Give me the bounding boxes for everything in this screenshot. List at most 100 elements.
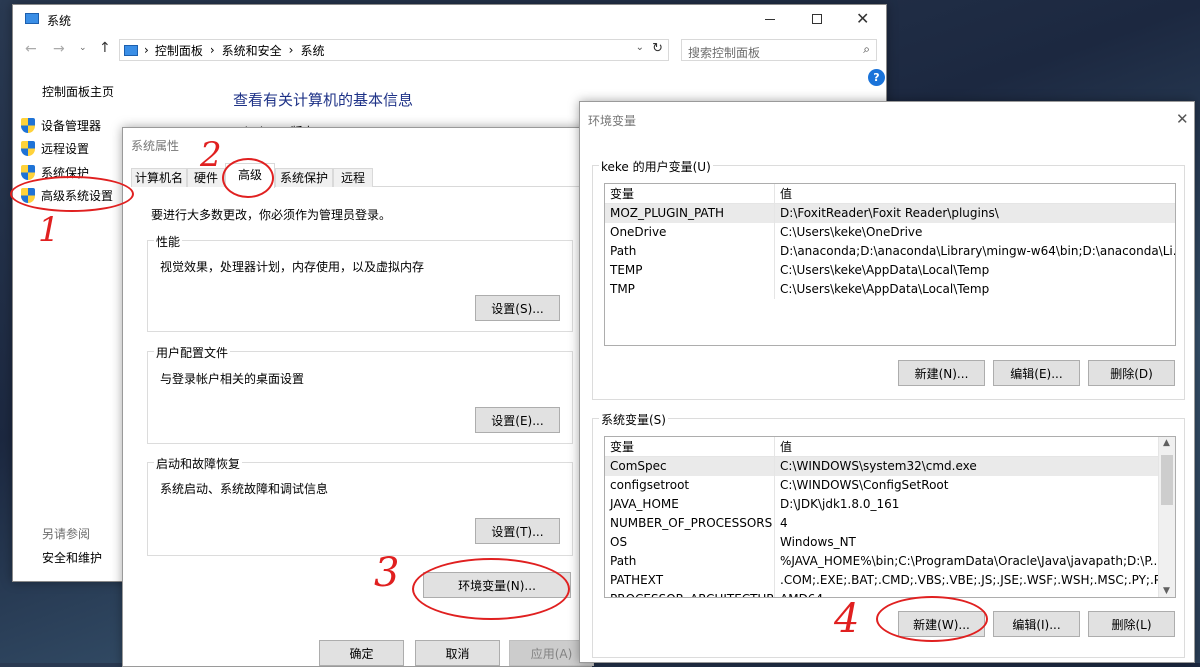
table-row[interactable]: PROCESSOR_ARCHITECTUREAMD64 <box>605 590 1158 597</box>
tab-system-protection[interactable]: 系统保护 <box>275 168 333 187</box>
table-row[interactable]: ComSpec C:\WINDOWS\system32\cmd.exe <box>605 457 1158 476</box>
startup-recovery-settings-button[interactable]: 设置(T)... <box>475 518 560 544</box>
sidebar-item-remote[interactable]: 远程设置 <box>21 140 89 157</box>
annotation-number: 2 <box>200 135 222 175</box>
breadcrumb-separator-icon: › <box>288 43 294 57</box>
variable-value: .COM;.EXE;.BAT;.CMD;.VBS;.VBE;.JS;.JSE;.… <box>780 573 1158 587</box>
address-dropdown-icon[interactable]: ⌄ <box>636 42 644 53</box>
ok-button[interactable]: 确定 <box>319 640 404 666</box>
startup-recovery-group: 启动和故障恢复 系统启动、系统故障和调试信息 设置(T)... <box>147 455 573 556</box>
scroll-down-icon[interactable]: ▼ <box>1163 586 1170 596</box>
scroll-up-icon[interactable]: ▲ <box>1163 438 1170 448</box>
close-icon[interactable]: ✕ <box>1176 110 1189 128</box>
variable-name: JAVA_HOME <box>605 495 775 514</box>
breadcrumb-separator-icon: › <box>144 43 149 57</box>
shield-icon <box>21 165 35 180</box>
up-arrow-icon[interactable]: ↑ <box>99 40 111 56</box>
variable-value: 4 <box>780 516 788 530</box>
variable-value: D:\FoxitReader\Foxit Reader\plugins\ <box>780 206 999 220</box>
breadcrumb-separator-icon: › <box>209 43 215 57</box>
variable-name: Path <box>605 242 775 261</box>
group-title: 启动和故障恢复 <box>154 455 243 472</box>
refresh-icon[interactable]: ↻ <box>652 41 663 56</box>
variable-name: NUMBER_OF_PROCESSORS <box>605 514 775 533</box>
system-edit-button[interactable]: 编辑(I)... <box>993 611 1080 637</box>
search-icon[interactable]: ⌕ <box>863 42 870 57</box>
help-icon[interactable]: ? <box>868 69 885 86</box>
title-bar: 系统 ✕ <box>13 5 886 35</box>
cancel-button[interactable]: 取消 <box>415 640 500 666</box>
environment-variables-dialog: 环境变量 ✕ keke 的用户变量(U) 变量 值 MOZ_PLUGIN_PAT… <box>579 101 1195 663</box>
maximize-icon[interactable] <box>812 14 822 24</box>
scrollbar-thumb[interactable] <box>1161 455 1173 505</box>
group-description: 视觉效果，处理器计划，内存使用，以及虚拟内存 <box>160 260 425 274</box>
variable-value: C:\Users\keke\AppData\Local\Temp <box>780 282 990 296</box>
see-also-security[interactable]: 安全和维护 <box>42 549 102 566</box>
variable-value: AMD64 <box>775 590 1158 597</box>
table-row[interactable]: NUMBER_OF_PROCESSORS 4 <box>605 514 1158 533</box>
sidebar-item-label: 设备管理器 <box>41 119 102 133</box>
table-row[interactable]: TMP C:\Users\keke\AppData\Local\Temp <box>605 280 1175 299</box>
page-title: 查看有关计算机的基本信息 <box>233 91 414 109</box>
system-delete-button[interactable]: 删除(L) <box>1088 611 1175 637</box>
tab-remote[interactable]: 远程 <box>333 168 373 187</box>
table-row[interactable]: configsetroot C:\WINDOWS\ConfigSetRoot <box>605 476 1158 495</box>
user-new-button[interactable]: 新建(N)... <box>898 360 985 386</box>
minimize-icon[interactable] <box>765 19 775 20</box>
shield-icon <box>21 118 35 133</box>
breadcrumb-item[interactable]: 控制面板 <box>155 42 203 59</box>
variable-value: Windows_NT <box>780 535 856 549</box>
user-profiles-settings-button[interactable]: 设置(E)... <box>475 407 560 433</box>
table-row[interactable]: OS Windows_NT <box>605 533 1158 552</box>
see-also-title: 另请参阅 <box>42 527 91 541</box>
annotation-circle <box>412 558 570 620</box>
user-variables-list[interactable]: 变量 值 MOZ_PLUGIN_PATH D:\FoxitReader\Foxit… <box>604 183 1176 346</box>
variable-name: TMP <box>605 280 775 299</box>
column-header-value[interactable]: 值 <box>775 184 1175 203</box>
user-delete-button[interactable]: 删除(D) <box>1088 360 1175 386</box>
variable-name: ComSpec <box>605 457 775 476</box>
chevron-down-icon[interactable]: ⌄ <box>79 43 87 53</box>
search-input[interactable]: 搜索控制面板 <box>688 44 760 61</box>
breadcrumb-item[interactable]: 系统和安全 <box>222 42 282 59</box>
sidebar-item-device-manager[interactable]: 设备管理器 <box>21 117 101 134</box>
annotation-number: 1 <box>38 210 60 250</box>
performance-settings-button[interactable]: 设置(S)... <box>475 295 560 321</box>
admin-note: 要进行大多数更改，你必须作为管理员登录。 <box>151 208 392 222</box>
table-row[interactable]: OneDrive C:\Users\keke\OneDrive <box>605 223 1175 242</box>
column-header-variable[interactable]: 变量 <box>605 437 775 456</box>
column-header-variable[interactable]: 变量 <box>605 184 775 203</box>
breadcrumb-item[interactable]: 系统 <box>300 42 324 59</box>
vertical-scrollbar[interactable]: ▲ ▼ <box>1158 437 1175 597</box>
system-variables-list[interactable]: 变量 值 ComSpec C:\WINDOWS\system32\cmd.exe … <box>604 436 1176 598</box>
forward-arrow-icon[interactable]: → <box>53 41 65 57</box>
address-bar[interactable]: › 控制面板 › 系统和安全 › 系统 ⌄ ↻ <box>119 39 669 61</box>
close-icon[interactable]: ✕ <box>856 9 869 28</box>
table-row[interactable]: TEMP C:\Users\keke\AppData\Local\Temp <box>605 261 1175 280</box>
variable-value: D:\JDK\jdk1.8.0_161 <box>780 497 900 511</box>
variable-value: C:\Users\keke\AppData\Local\Temp <box>780 263 990 277</box>
list-header: 变量 值 <box>605 184 1175 204</box>
variable-name: PATHEXT <box>605 571 775 590</box>
table-row[interactable]: Path D:\anaconda;D:\anaconda\Library\ming… <box>605 242 1175 261</box>
table-row[interactable]: PATHEXT .COM;.EXE;.BAT;.CMD;.VBS;.VBE;.JS… <box>605 571 1158 590</box>
user-edit-button[interactable]: 编辑(E)... <box>993 360 1080 386</box>
user-variables-title: keke 的用户变量(U) <box>599 158 713 175</box>
tab-computer-name[interactable]: 计算机名 <box>131 168 187 187</box>
table-row[interactable]: MOZ_PLUGIN_PATH D:\FoxitReader\Foxit Read… <box>605 204 1175 223</box>
back-arrow-icon[interactable]: ← <box>25 41 37 57</box>
help-glyph: ? <box>873 71 880 84</box>
annotation-number: 3 <box>374 550 400 596</box>
variable-name: OneDrive <box>605 223 775 242</box>
annotation-number: 4 <box>834 596 860 642</box>
variable-name: Path <box>605 552 775 571</box>
table-row[interactable]: JAVA_HOME D:\JDK\jdk1.8.0_161 <box>605 495 1158 514</box>
group-title: 用户配置文件 <box>154 344 231 361</box>
table-row[interactable]: Path %JAVA_HOME%\bin;C:\ProgramData\Oracl… <box>605 552 1158 571</box>
group-description: 与登录帐户相关的桌面设置 <box>160 372 305 386</box>
window-title: 系统 <box>47 14 72 28</box>
search-box[interactable]: 搜索控制面板 ⌕ <box>681 39 877 61</box>
column-header-value[interactable]: 值 <box>775 437 1158 456</box>
group-description: 系统启动、系统故障和调试信息 <box>160 482 329 496</box>
sidebar-home[interactable]: 控制面板主页 <box>42 83 114 100</box>
